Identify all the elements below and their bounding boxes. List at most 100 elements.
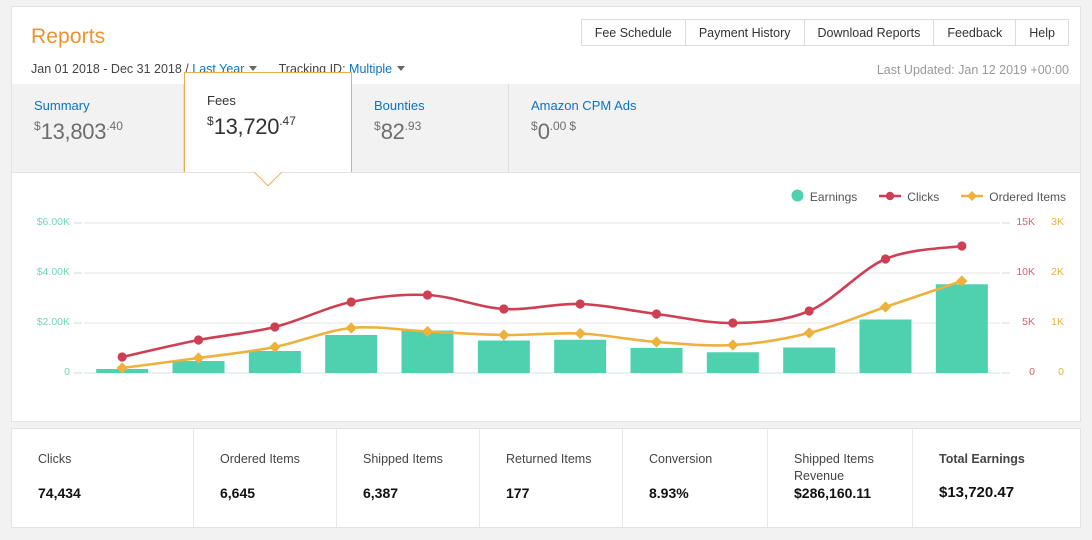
bar-earnings[interactable] bbox=[325, 335, 377, 373]
y-axis-clicks-tick: 0 bbox=[1007, 366, 1035, 378]
datapoint-clicks[interactable] bbox=[728, 318, 737, 327]
datapoint-clicks[interactable] bbox=[118, 352, 127, 361]
y-axis-clicks-tick: 10K bbox=[1007, 266, 1035, 278]
nav-link-feedback[interactable]: Feedback bbox=[933, 19, 1015, 46]
y-axis-ordered-tick: 1K bbox=[1042, 316, 1064, 328]
legend-marker-icon bbox=[791, 189, 804, 205]
amount-whole: 82 bbox=[381, 119, 405, 144]
summary-tabs: Summary$13,803.40Fees$13,720.47Bounties$… bbox=[11, 84, 1081, 172]
stat-cell-conversion: Conversion 8.93% bbox=[623, 429, 768, 527]
legend-label: Earnings bbox=[810, 190, 857, 204]
y-axis-clicks-tick: 5K bbox=[1007, 316, 1035, 328]
y-axis-left-tick: $2.00K bbox=[18, 316, 70, 328]
nav-link-fee-schedule[interactable]: Fee Schedule bbox=[581, 19, 685, 46]
stat-label: Conversion bbox=[649, 451, 767, 468]
amount-decimal: .00 bbox=[550, 119, 567, 133]
stat-label: Total Earnings bbox=[939, 451, 1080, 468]
datapoint-clicks[interactable] bbox=[347, 297, 356, 306]
nav-link-help[interactable]: Help bbox=[1015, 19, 1069, 46]
bar-earnings[interactable] bbox=[554, 340, 606, 373]
stat-value: 8.93% bbox=[649, 485, 689, 501]
datapoint-clicks[interactable] bbox=[805, 306, 814, 315]
nav-link-download-reports[interactable]: Download Reports bbox=[804, 19, 934, 46]
summary-tab-amount: $82.93 bbox=[374, 120, 508, 143]
amount-whole: 13,803 bbox=[41, 119, 107, 144]
stat-label: Ordered Items bbox=[220, 451, 336, 468]
stat-cell-shipped-items-revenue: Shipped ItemsRevenue$286,160.11 bbox=[768, 429, 913, 527]
amount-whole: 0 bbox=[538, 119, 550, 144]
header-nav: Fee SchedulePayment HistoryDownload Repo… bbox=[581, 19, 1069, 46]
y-axis-ordered-tick: 0 bbox=[1042, 366, 1064, 378]
bar-earnings[interactable] bbox=[783, 348, 835, 374]
chevron-down-icon[interactable] bbox=[249, 66, 257, 71]
chevron-down-icon-2[interactable] bbox=[397, 66, 405, 71]
datapoint-clicks[interactable] bbox=[270, 322, 279, 331]
tracking-id-value[interactable]: Multiple bbox=[349, 62, 392, 76]
currency-symbol: $ bbox=[374, 119, 381, 133]
datapoint-clicks[interactable] bbox=[957, 241, 966, 250]
line-clicks bbox=[122, 246, 962, 357]
summary-tab-amount: $0.00$ bbox=[531, 120, 1080, 143]
stat-label: Returned Items bbox=[506, 451, 622, 468]
datapoint-clicks[interactable] bbox=[194, 335, 203, 344]
stat-value: 6,645 bbox=[220, 485, 255, 501]
stat-label: Clicks bbox=[38, 451, 193, 468]
summary-tab-label: Summary bbox=[34, 98, 183, 113]
datapoint-ordered-items[interactable] bbox=[346, 322, 357, 333]
nav-link-payment-history[interactable]: Payment History bbox=[685, 19, 804, 46]
date-range-text: Jan 01 2018 - Dec 31 2018 / bbox=[31, 62, 189, 76]
datapoint-clicks[interactable] bbox=[652, 309, 661, 318]
datapoint-ordered-items[interactable] bbox=[575, 328, 586, 339]
legend-marker-icon bbox=[961, 190, 983, 205]
legend-item-ordered-items[interactable]: Ordered Items bbox=[961, 190, 1066, 205]
y-axis-ordered-tick: 2K bbox=[1042, 266, 1064, 278]
amount-decimal: .93 bbox=[405, 119, 422, 133]
stat-label: Shipped ItemsRevenue bbox=[794, 451, 912, 485]
stat-cell-clicks: Clicks74,434 bbox=[12, 429, 194, 527]
datapoint-ordered-items[interactable] bbox=[498, 329, 509, 340]
summary-tab-label: Amazon CPM Ads bbox=[531, 98, 1080, 113]
reports-page: Reports Jan 01 2018 - Dec 31 2018 / Last… bbox=[0, 0, 1092, 540]
stat-label: Shipped Items bbox=[363, 451, 479, 468]
stat-value: 6,387 bbox=[363, 485, 398, 501]
datapoint-ordered-items[interactable] bbox=[269, 341, 280, 352]
legend-item-earnings[interactable]: Earnings bbox=[791, 189, 857, 205]
bar-earnings[interactable] bbox=[936, 284, 988, 373]
chart-svg bbox=[12, 219, 1082, 394]
page-header: Reports Jan 01 2018 - Dec 31 2018 / Last… bbox=[11, 6, 1081, 84]
datapoint-ordered-items[interactable] bbox=[880, 301, 891, 312]
summary-tab-fees[interactable]: Fees$13,720.47 bbox=[184, 72, 352, 172]
amount-tail: $ bbox=[569, 119, 576, 133]
page-title: Reports bbox=[31, 25, 105, 49]
datapoint-clicks[interactable] bbox=[576, 299, 585, 308]
bar-earnings[interactable] bbox=[249, 351, 301, 373]
summary-tab-label: Bounties bbox=[374, 98, 508, 113]
stat-value: $13,720.47 bbox=[939, 484, 1014, 501]
datapoint-clicks[interactable] bbox=[499, 304, 508, 313]
bar-earnings[interactable] bbox=[707, 352, 759, 373]
legend-marker-icon bbox=[879, 190, 901, 205]
legend-item-clicks[interactable]: Clicks bbox=[879, 190, 939, 205]
bar-earnings[interactable] bbox=[478, 341, 530, 374]
legend-label: Clicks bbox=[907, 190, 939, 204]
summary-tab-bounties[interactable]: Bounties $82.93 bbox=[352, 84, 509, 172]
chart-legend: Earnings Clicks Ordered Items bbox=[791, 189, 1066, 205]
chart-panel: EarningsClicksOrdered Items $6.00K$4.00K… bbox=[11, 172, 1081, 422]
active-tab-pointer bbox=[253, 171, 283, 186]
stat-cell-shipped-items: Shipped Items 6,387 bbox=[337, 429, 480, 527]
y-axis-clicks-tick: 15K bbox=[1007, 216, 1035, 228]
stat-cell-total-earnings: Total Earnings $13,720.47 bbox=[913, 429, 1080, 527]
bar-earnings[interactable] bbox=[631, 348, 683, 373]
amount-decimal: .47 bbox=[279, 114, 296, 128]
y-axis-left-tick: 0 bbox=[18, 366, 70, 378]
datapoint-ordered-items[interactable] bbox=[804, 327, 815, 338]
summary-tab-amazon-cpm-ads[interactable]: Amazon CPM Ads$0.00$ bbox=[509, 84, 1080, 172]
datapoint-ordered-items[interactable] bbox=[651, 336, 662, 347]
y-axis-left-tick: $4.00K bbox=[18, 266, 70, 278]
datapoint-clicks[interactable] bbox=[423, 290, 432, 299]
summary-tab-summary[interactable]: Summary$13,803.40 bbox=[12, 84, 184, 172]
datapoint-ordered-items[interactable] bbox=[727, 339, 738, 350]
datapoint-clicks[interactable] bbox=[881, 254, 890, 263]
bar-earnings[interactable] bbox=[860, 320, 912, 374]
legend-label: Ordered Items bbox=[989, 190, 1066, 204]
